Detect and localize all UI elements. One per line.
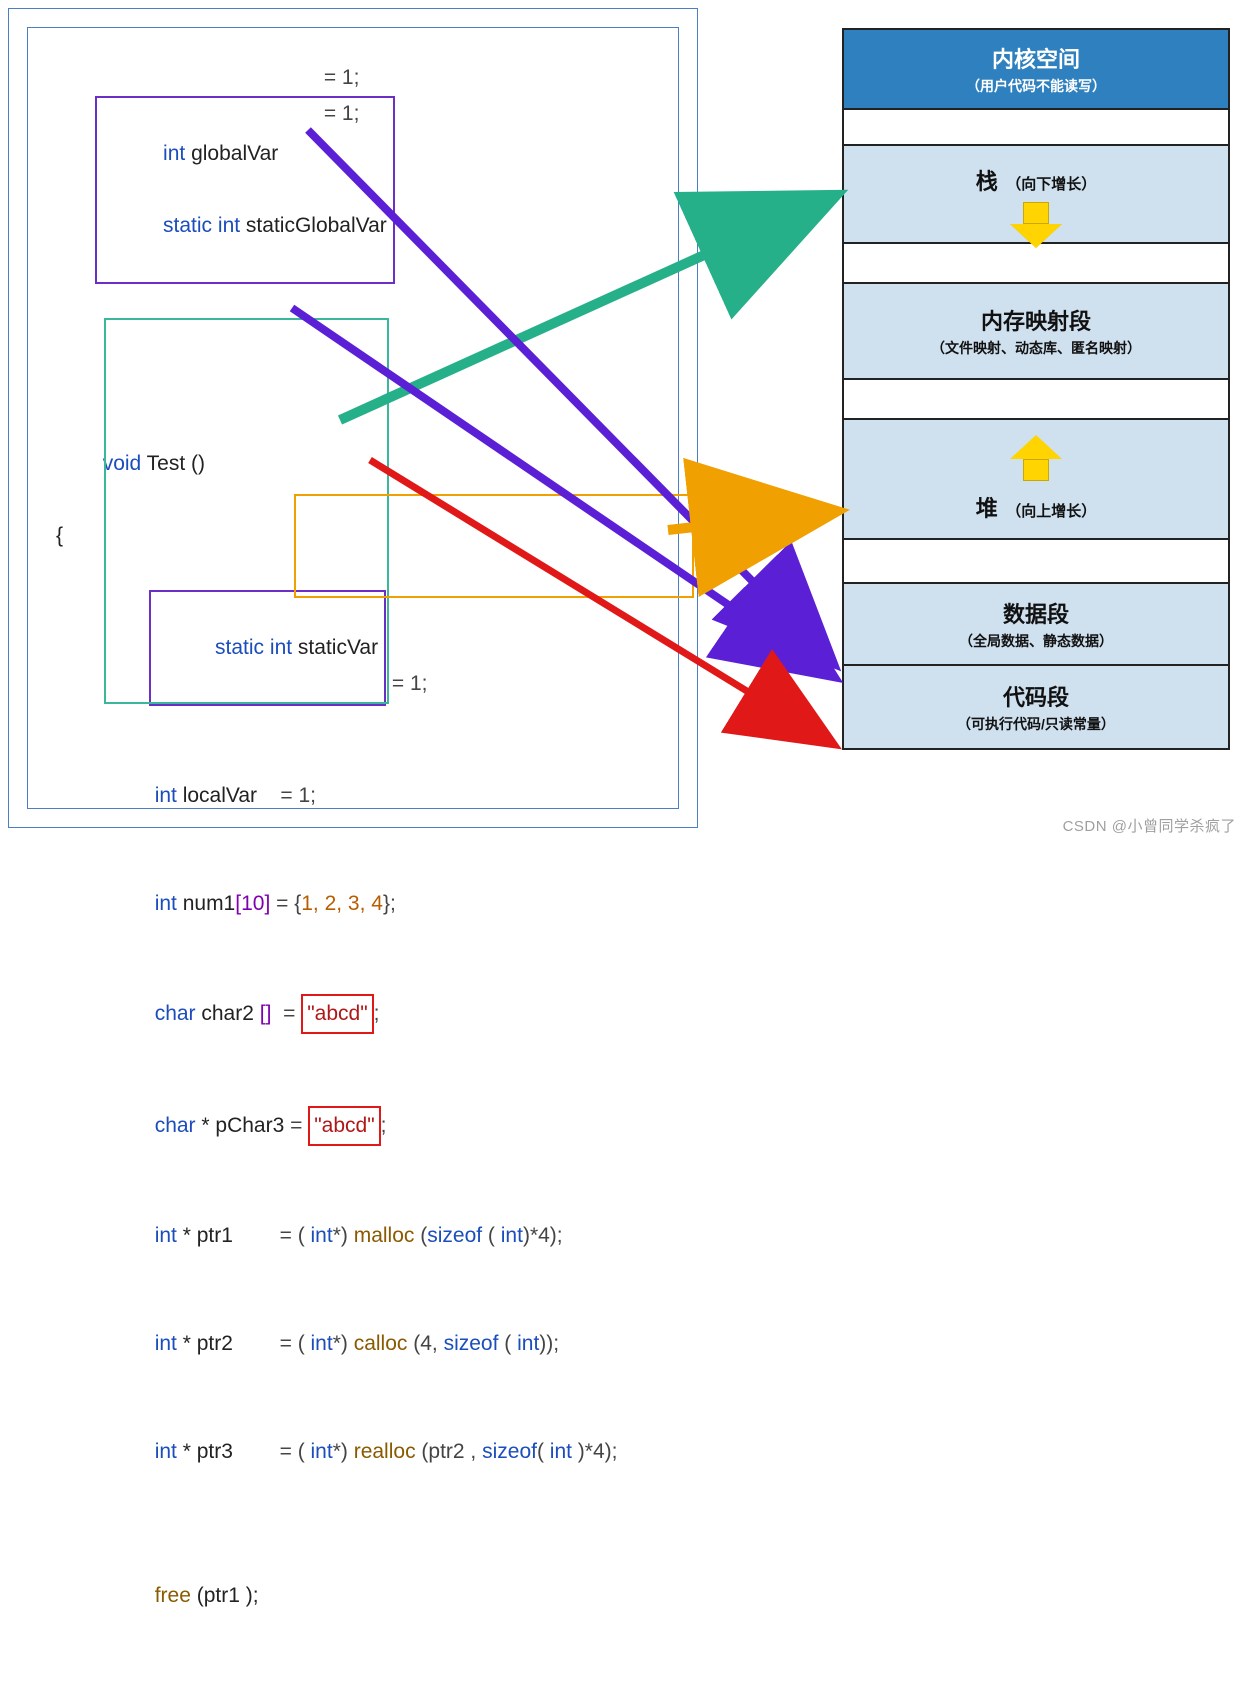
seg-heap-title: 堆 xyxy=(976,496,998,521)
code-panel-outer: int globalVar static int staticGlobalVar… xyxy=(8,8,698,828)
code-panel: int globalVar static int staticGlobalVar… xyxy=(27,27,679,809)
seg-kernel-sub: （用户代码不能读写） xyxy=(966,76,1106,96)
str-literal-box-2: "abcd" xyxy=(308,1106,380,1146)
seg-mmap: 内存映射段 （文件映射、动态库、匿名映射） xyxy=(844,284,1228,380)
eq: = { xyxy=(270,892,301,915)
dim: [] xyxy=(260,1002,272,1025)
assign-1b: = 1; xyxy=(318,96,359,132)
seg-stack: 栈 （向下增长） xyxy=(844,146,1228,244)
vals: 1, 2, 3, 4 xyxy=(301,892,383,915)
seg-kernel: 内核空间 （用户代码不能读写） xyxy=(844,30,1228,110)
fn-realloc: realloc xyxy=(354,1440,422,1463)
seg-gap2 xyxy=(844,244,1228,284)
seg-gap4 xyxy=(844,540,1228,584)
memory-layout: 内核空间 （用户代码不能读写） 栈 （向下增长） 内存映射段 （文件映射、动态库… xyxy=(842,28,1230,750)
type: int xyxy=(155,784,177,807)
close: }; xyxy=(383,892,396,915)
seg-kernel-title: 内核空间 xyxy=(992,42,1080,74)
ident-ptr2: * ptr2 xyxy=(177,1332,280,1355)
brace-open: { xyxy=(56,524,63,547)
seg-data-title: 数据段 xyxy=(1003,597,1069,629)
seg-heap-sub: （向上增长） xyxy=(1006,503,1096,520)
fn-calloc: calloc xyxy=(354,1332,414,1355)
heap-alloc-box xyxy=(294,494,694,598)
ident-ptr3: * ptr3 xyxy=(177,1440,280,1463)
kw-static: static xyxy=(163,214,218,237)
str-abcd2: "abcd" xyxy=(314,1114,374,1137)
fn-free1: free xyxy=(155,1584,197,1607)
assign-1a: = 1; xyxy=(318,60,359,96)
seg-stack-sub: （向下增长） xyxy=(1006,176,1096,193)
rhs-localVar: = 1; xyxy=(275,784,316,807)
semi: ; xyxy=(374,1002,380,1025)
fn-malloc: malloc xyxy=(354,1224,421,1247)
ident-globalVar: globalVar xyxy=(185,142,278,165)
seg-mmap-title: 内存映射段 xyxy=(981,304,1091,336)
dim: [10] xyxy=(235,892,270,915)
seg-code-sub: （可执行代码/只读常量） xyxy=(957,714,1115,734)
type-int: int xyxy=(218,214,240,237)
seg-gap3 xyxy=(844,380,1228,420)
eq: = xyxy=(290,1114,308,1137)
type: int xyxy=(155,892,177,915)
ident-char2: char2 xyxy=(196,1002,260,1025)
seg-heap: 堆 （向上增长） xyxy=(844,420,1228,540)
ident-ptr1: * ptr1 xyxy=(177,1224,280,1247)
type: char xyxy=(155,1114,196,1137)
ident-localVar: localVar xyxy=(177,784,275,807)
seg-data: 数据段 （全局数据、静态数据） xyxy=(844,584,1228,666)
ident-pChar3: * pChar3 xyxy=(196,1114,291,1137)
seg-stack-title: 栈 xyxy=(976,169,998,194)
args-free1: (ptr1 ); xyxy=(197,1584,259,1607)
eq: = xyxy=(271,1002,301,1025)
seg-code-title: 代码段 xyxy=(1003,680,1069,712)
type: int xyxy=(155,1224,177,1247)
type-int: int xyxy=(163,142,185,165)
type: char xyxy=(155,1002,196,1025)
ident-staticGlobalVar: staticGlobalVar xyxy=(240,214,387,237)
seg-mmap-sub: （文件映射、动态库、匿名映射） xyxy=(931,338,1141,358)
seg-data-sub: （全局数据、静态数据） xyxy=(959,631,1113,651)
str-abcd1: "abcd" xyxy=(307,1002,367,1025)
watermark: CSDN @小曾同学杀疯了 xyxy=(1063,815,1236,836)
seg-gap1 xyxy=(844,110,1228,146)
ident-num1: num1 xyxy=(177,892,235,915)
str-literal-box-1: "abcd" xyxy=(301,994,373,1034)
assign-staticVar: = 1; xyxy=(386,672,427,695)
seg-code: 代码段 （可执行代码/只读常量） xyxy=(844,666,1228,748)
semi: ; xyxy=(381,1114,387,1137)
